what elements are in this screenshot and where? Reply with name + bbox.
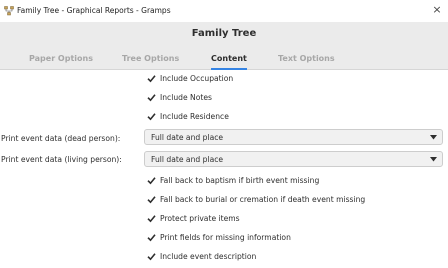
include-notes-checkbox[interactable]: Include Notes	[147, 91, 212, 103]
checkmark-icon	[147, 112, 156, 120]
window-titlebar: Family Tree - Graphical Reports - Gramps…	[0, 0, 448, 22]
content-panel: Include Occupation Include Notes Include…	[0, 71, 448, 268]
dialog-header: Family Tree	[0, 22, 448, 48]
dropdown-arrow-icon	[430, 157, 437, 162]
fallback-baptism-label: Fall back to baptism if birth event miss…	[160, 175, 320, 185]
checkmark-icon	[147, 252, 156, 260]
protect-private-label: Protect private items	[160, 213, 240, 223]
fallback-baptism-checkbox[interactable]: Fall back to baptism if birth event miss…	[147, 174, 319, 186]
dialog-title: Family Tree	[191, 28, 257, 39]
fallback-burial-checkbox[interactable]: Fall back to burial or cremation if deat…	[147, 193, 365, 205]
tab-bar: Paper Options Tree Options Content Text …	[0, 48, 448, 70]
window-title: Family Tree - Graphical Reports - Gramps	[17, 6, 171, 15]
print-event-dead-label: Print event data (dead person):	[1, 134, 121, 143]
protect-private-checkbox[interactable]: Protect private items	[147, 212, 240, 224]
print-event-living-combo[interactable]: Full date and place	[144, 151, 443, 167]
include-event-description-checkbox[interactable]: Include event description	[147, 250, 256, 262]
print-event-dead-value: Full date and place	[151, 133, 224, 142]
include-notes-label: Include Notes	[160, 92, 212, 102]
close-icon[interactable]: ×	[430, 3, 444, 17]
include-occupation-label: Include Occupation	[160, 73, 234, 83]
checkmark-icon	[147, 214, 156, 222]
tab-tree-options[interactable]: Tree Options	[122, 52, 179, 70]
checkmark-icon	[147, 176, 156, 184]
include-event-description-label: Include event description	[160, 251, 257, 261]
tab-content[interactable]: Content	[211, 52, 247, 70]
gramps-tree-icon	[4, 6, 14, 16]
dropdown-arrow-icon	[430, 135, 437, 140]
print-missing-fields-checkbox[interactable]: Print fields for missing information	[147, 231, 291, 243]
checkmark-icon	[147, 233, 156, 241]
tab-text-options[interactable]: Text Options	[278, 52, 335, 70]
include-residence-label: Include Residence	[160, 111, 229, 121]
tab-paper-options[interactable]: Paper Options	[29, 52, 93, 70]
print-event-living-value: Full date and place	[151, 155, 224, 164]
print-event-dead-combo[interactable]: Full date and place	[144, 129, 443, 145]
checkmark-icon	[147, 74, 156, 82]
checkmark-icon	[147, 195, 156, 203]
print-event-living-label: Print event data (living person):	[1, 155, 122, 164]
checkmark-icon	[147, 93, 156, 101]
include-residence-checkbox[interactable]: Include Residence	[147, 110, 229, 122]
include-occupation-checkbox[interactable]: Include Occupation	[147, 72, 233, 84]
print-missing-fields-label: Print fields for missing information	[160, 232, 291, 242]
fallback-burial-label: Fall back to burial or cremation if deat…	[160, 194, 366, 204]
